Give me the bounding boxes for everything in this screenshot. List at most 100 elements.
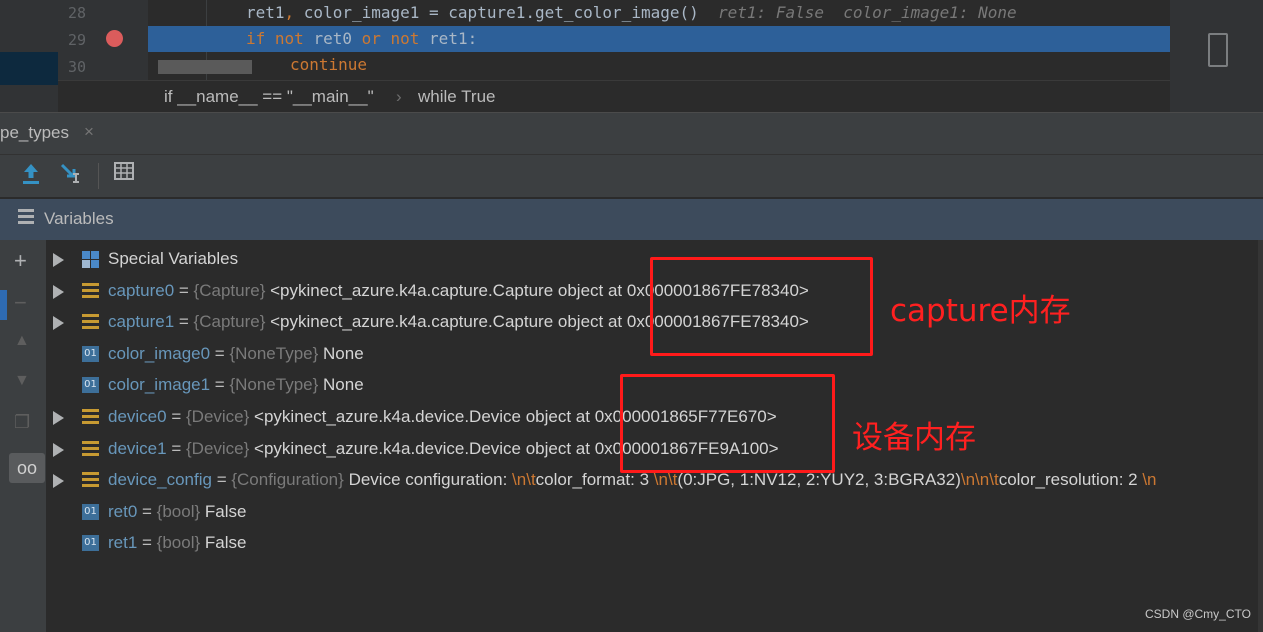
expand-arrow-icon[interactable] [53, 411, 64, 425]
expand-arrow-icon[interactable] [53, 474, 64, 489]
variable-value-part: color_resolution: 2 [998, 470, 1143, 490]
minus-icon[interactable]: − [14, 290, 27, 316]
project-strip [0, 0, 58, 112]
watermark: CSDN @Cmy_CTO [1145, 607, 1251, 621]
variable-value-part: (0:JPG, 1:NV12, 2:YUY2, 3:BGRA32) [677, 470, 961, 490]
document-icon[interactable] [1208, 33, 1228, 67]
selection-indicator [0, 290, 7, 320]
variable-value: None [323, 375, 364, 395]
arrow-up-icon[interactable]: ▲ [14, 332, 30, 350]
line-number: 30 [68, 58, 87, 76]
code-token: ret1: False color_image1: None [718, 3, 1017, 22]
code-token: or not [361, 29, 430, 48]
expand-arrow-icon[interactable] [53, 442, 64, 457]
scrollbar-thumb[interactable] [158, 60, 252, 74]
plus-icon[interactable]: + [14, 248, 27, 274]
variable-value-part: \n\t [512, 470, 536, 490]
variable-name: ret1 [108, 533, 138, 553]
variable-equals: = [174, 280, 194, 300]
table-icon[interactable] [114, 161, 134, 187]
code-line[interactable]: ret1, color_image1 = capture1.get_color_… [148, 0, 1170, 26]
code-token: color_image1 = capture1.get_color_image(… [303, 3, 719, 22]
code-token: ret0 [313, 29, 362, 48]
variable-value: None [323, 343, 364, 363]
line-number: 28 [68, 4, 87, 22]
expand-arrow-icon[interactable] [53, 284, 64, 299]
variable-equals: = [210, 343, 230, 363]
code-token: continue [290, 55, 368, 74]
code-line[interactable]: continue [148, 52, 1170, 78]
step-into-icon[interactable] [60, 161, 86, 193]
object-icon [82, 409, 99, 425]
annotation-capture-label: capture内存 [890, 293, 1071, 329]
primitive-icon: 01 [82, 535, 99, 552]
variable-type: {Capture} [193, 312, 266, 332]
variable-name: device0 [108, 407, 167, 426]
variables-title: Variables [44, 209, 114, 228]
glasses-icon[interactable]: oo [9, 453, 45, 483]
variables-header: Variables [0, 198, 1263, 241]
close-icon[interactable]: × [84, 122, 94, 142]
code-token: , [284, 3, 304, 22]
variable-name: device_config [108, 470, 212, 490]
line-number: 29 [68, 31, 87, 49]
annotation-device-label: 设备内存 [852, 420, 976, 456]
variable-name: Special Variables [108, 249, 239, 268]
variable-name: device1 [108, 438, 167, 458]
variable-type: {Device} [185, 438, 250, 458]
annotation-box-device [620, 374, 835, 473]
breadcrumb: if __name__ == "__main__" › while True [58, 80, 1170, 113]
variable-name: ret0 [108, 501, 138, 521]
variable-equals: = [137, 533, 157, 553]
variable-value-part: \n\t [653, 470, 678, 490]
variable-type: {NoneType} [229, 375, 319, 395]
variable-value-part: \n\n\t [960, 470, 999, 490]
variable-equals: = [210, 375, 230, 395]
variable-type: {Configuration} [231, 470, 344, 490]
variable-value: False [204, 501, 247, 521]
variable-equals: = [166, 438, 186, 458]
list-icon [18, 209, 34, 227]
variable-value-part: Device configuration: [348, 470, 513, 490]
primitive-icon: 01 [82, 377, 99, 394]
code-editor[interactable]: 28 29 30 ret1, color_image1 = capture1.g… [0, 0, 1263, 113]
object-icon [82, 472, 99, 488]
variable-value-part: color_format: 3 [535, 470, 654, 490]
breadcrumb-item[interactable]: while True [418, 87, 495, 107]
arrow-down-icon[interactable]: ▼ [14, 372, 30, 390]
expand-arrow-icon[interactable] [53, 316, 64, 331]
variable-value-part: \n [1142, 470, 1157, 490]
debug-tab-bar: pe_types × [0, 112, 1263, 155]
special-variables-icon [82, 251, 99, 268]
primitive-icon: 01 [82, 345, 99, 362]
code-line-current[interactable]: if not ret0 or not ret1: [148, 26, 1170, 52]
object-icon [82, 440, 99, 457]
variable-equals: = [174, 312, 194, 332]
variable-name: capture0 [108, 280, 175, 300]
copy-icon[interactable]: ❐ [14, 412, 30, 433]
primitive-icon: 01 [82, 503, 99, 520]
upload-arrow-icon[interactable] [20, 161, 42, 191]
variable-name: color_image1 [108, 375, 211, 395]
variable-equals: = [211, 470, 232, 490]
annotation-box-capture [650, 257, 873, 356]
breakpoint-icon[interactable] [106, 30, 123, 47]
object-icon [82, 282, 99, 299]
toolbar-separator [98, 163, 99, 189]
variable-value: False [204, 533, 247, 553]
vertical-scrollbar[interactable] [1258, 240, 1263, 632]
breadcrumb-item[interactable]: if __name__ == "__main__" [164, 87, 374, 107]
variable-type: {Capture} [193, 280, 266, 300]
tab-debug-session[interactable]: pe_types [0, 123, 69, 143]
project-selection [0, 52, 58, 85]
code-token: ret1: [429, 29, 478, 48]
code-token: if not [246, 29, 314, 48]
variable-name: color_image0 [108, 343, 211, 363]
right-panel [1170, 0, 1263, 112]
variable-type: {bool} [156, 501, 201, 521]
object-icon [82, 314, 99, 330]
expand-arrow-icon[interactable] [53, 253, 64, 267]
variable-type: {NoneType} [229, 343, 319, 363]
variable-type: {Device} [185, 407, 250, 426]
variable-equals: = [137, 501, 157, 521]
